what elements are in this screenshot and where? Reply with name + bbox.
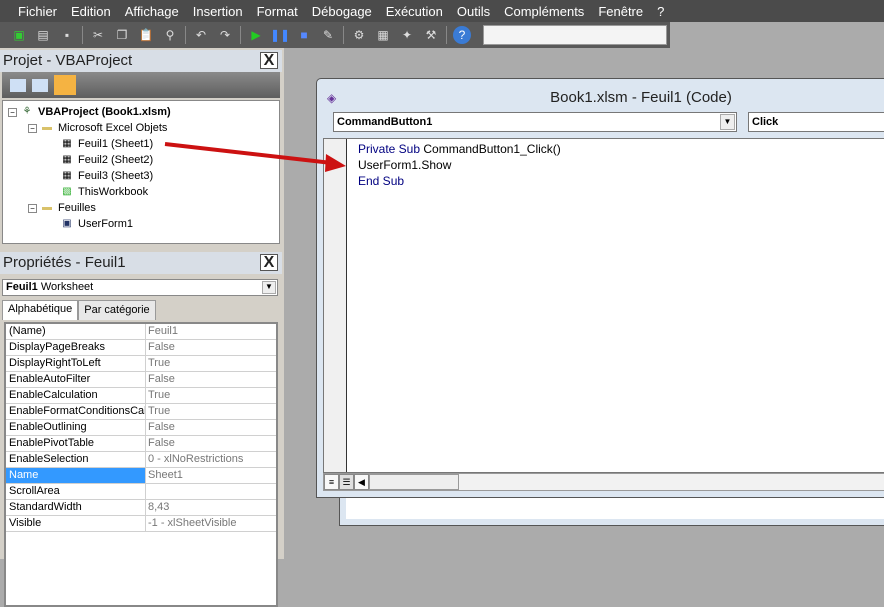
arrow-shaft [164,142,333,165]
arrow-head [325,154,346,172]
annotation-arrow [164,142,346,172]
